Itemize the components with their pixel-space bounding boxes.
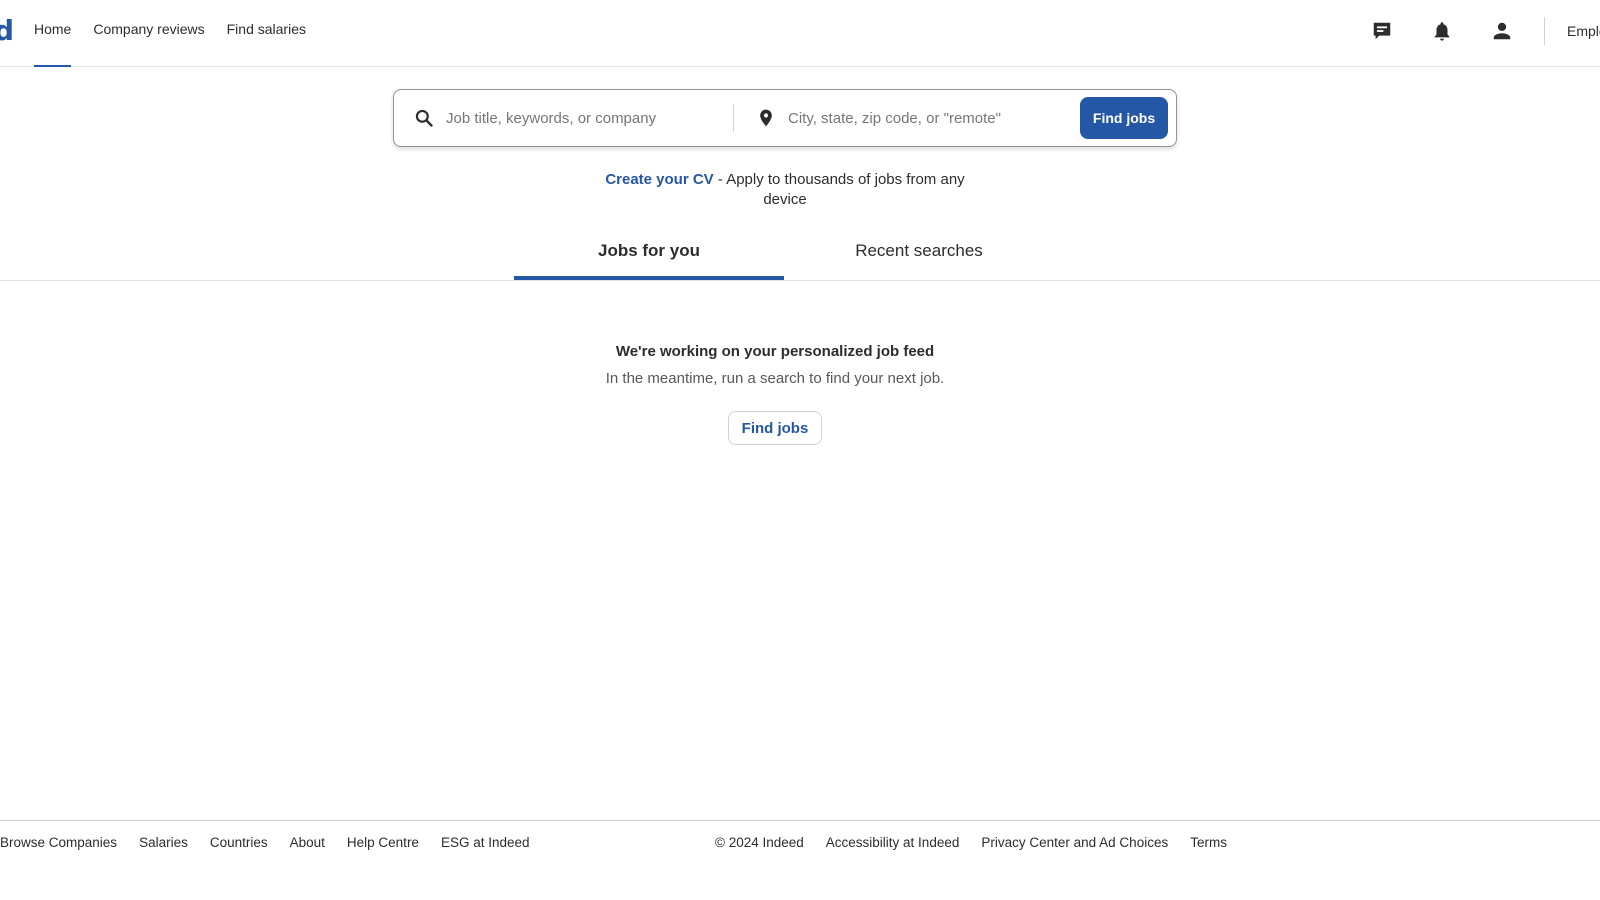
footer-salaries[interactable]: Salaries [139,835,188,850]
nav-find-salaries[interactable]: Find salaries [227,0,306,67]
footer-esg[interactable]: ESG at Indeed [441,835,530,850]
feed-find-jobs-button[interactable]: Find jobs [728,411,822,445]
tab-recent-searches[interactable]: Recent searches [784,230,1054,280]
account-person-icon[interactable] [1472,11,1532,51]
header-divider [1544,16,1545,45]
empty-job-feed: We're working on your personalized job f… [0,340,1550,445]
indeed-logo[interactable]: d [0,14,14,47]
footer-links-right: © 2024 Indeed Accessibility at Indeed Pr… [715,835,1249,850]
footer-privacy[interactable]: Privacy Center and Ad Choices [981,835,1168,850]
top-header: d Home Company reviews Find salaries Emp… [0,0,1600,67]
footer-accessibility[interactable]: Accessibility at Indeed [826,835,960,850]
cv-promo-text: - Apply to thousands of jobs from any de… [713,171,965,208]
header-actions: Employers / Post Job [1352,0,1600,67]
where-field [734,90,1080,146]
nav-company-reviews[interactable]: Company reviews [93,0,204,67]
footer-browse-companies[interactable]: Browse Companies [0,835,117,850]
notifications-bell-icon[interactable] [1412,11,1472,51]
page-footer: Browse Companies Salaries Countries Abou… [0,820,1600,900]
main-nav: Home Company reviews Find salaries [34,0,328,67]
location-input[interactable] [788,109,1058,127]
feed-tabs: Jobs for you Recent searches [0,230,1600,281]
nav-home[interactable]: Home [34,0,72,67]
create-cv-link[interactable]: Create your CV [605,171,713,188]
job-search-bar: Find jobs [393,89,1177,147]
job-title-input[interactable] [446,109,716,127]
feed-subtitle: In the meantime, run a search to find yo… [605,370,945,387]
footer-copyright: © 2024 Indeed [715,835,804,850]
footer-countries[interactable]: Countries [210,835,268,850]
messages-icon[interactable] [1352,11,1412,51]
tab-jobs-for-you[interactable]: Jobs for you [514,230,784,280]
footer-help-centre[interactable]: Help Centre [347,835,419,850]
footer-about[interactable]: About [290,835,325,850]
feed-title: We're working on your personalized job f… [615,343,935,360]
search-icon [415,109,433,127]
employers-link[interactable]: Employers / Post Job [1567,23,1600,39]
footer-links-left: Browse Companies Salaries Countries Abou… [0,835,552,850]
cv-promo: Create your CV - Apply to thousands of j… [585,170,985,210]
footer-terms[interactable]: Terms [1190,835,1227,850]
what-field [394,90,733,146]
location-pin-icon [760,109,772,127]
find-jobs-button[interactable]: Find jobs [1080,97,1168,139]
